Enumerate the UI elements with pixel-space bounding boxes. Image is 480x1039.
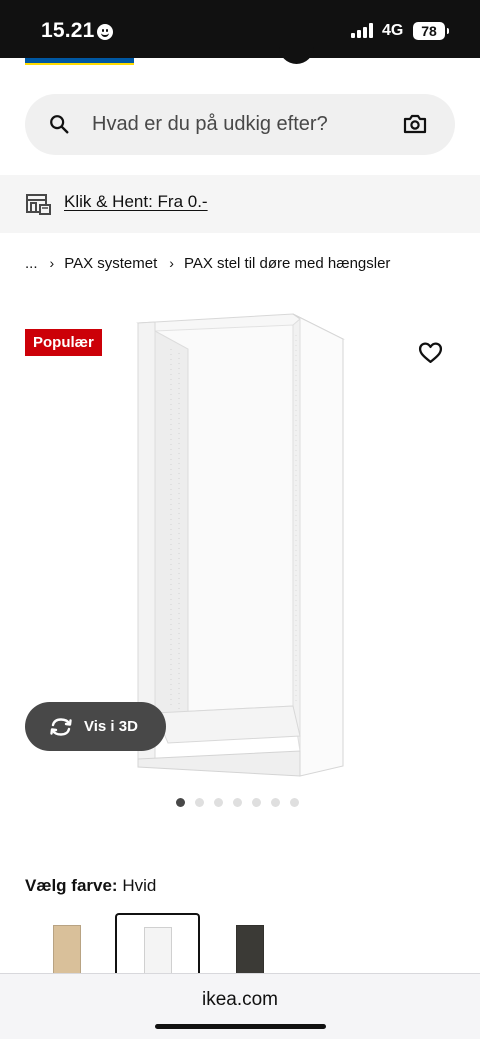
breadcrumb: ... › PAX systemet › PAX stel til døre m…	[25, 253, 390, 273]
pager-dot[interactable]	[271, 798, 280, 807]
color-selector-label: Vælg farve: Hvid	[25, 876, 156, 896]
smiley-icon	[97, 24, 113, 40]
breadcrumb-item-pax-system[interactable]: PAX systemet	[64, 255, 157, 272]
color-selected-value: Hvid	[122, 876, 157, 895]
pager-dot[interactable]	[195, 798, 204, 807]
battery-icon: 78	[413, 22, 449, 40]
browser-address-bar[interactable]: ikea.com	[0, 973, 480, 1039]
search-input[interactable]: Hvad er du på udkig efter?	[92, 113, 328, 136]
search-icon	[50, 115, 69, 134]
url-text[interactable]: ikea.com	[0, 989, 480, 1011]
popular-badge: Populær	[25, 329, 102, 356]
view-in-3d-label: Vis i 3D	[84, 718, 138, 735]
network-type: 4G	[382, 22, 404, 39]
signal-icon	[351, 23, 375, 38]
status-bar: 15.21 4G 78	[0, 0, 480, 58]
view-in-3d-button[interactable]: Vis i 3D	[25, 702, 166, 751]
click-collect-banner: Klik & Hent: Fra 0.-	[0, 175, 480, 233]
pager-dot[interactable]	[214, 798, 223, 807]
chevron-right-icon: ›	[169, 255, 174, 271]
header-icon-button[interactable]	[279, 46, 314, 64]
heart-icon[interactable]	[418, 341, 443, 364]
store-icon	[26, 194, 51, 215]
breadcrumb-item-current[interactable]: PAX stel til døre med hængsler	[184, 255, 390, 272]
rotate-3d-icon	[50, 718, 72, 736]
home-indicator	[155, 1024, 326, 1029]
image-pager	[176, 798, 299, 807]
breadcrumb-ellipsis[interactable]: ...	[25, 255, 38, 272]
pager-dot[interactable]	[233, 798, 242, 807]
color-label-prefix: Vælg farve:	[25, 876, 118, 895]
product-image-wardrobe-frame[interactable]	[133, 311, 348, 777]
status-time: 15.21	[41, 19, 95, 42]
pager-dot[interactable]	[176, 798, 185, 807]
ikea-logo[interactable]	[25, 58, 134, 65]
pager-dot[interactable]	[252, 798, 261, 807]
camera-icon[interactable]	[402, 112, 428, 136]
chevron-right-icon: ›	[49, 255, 55, 271]
search-bar[interactable]: Hvad er du på udkig efter?	[25, 94, 455, 155]
click-collect-link[interactable]: Klik & Hent: Fra 0.-	[64, 192, 208, 212]
pager-dot[interactable]	[290, 798, 299, 807]
